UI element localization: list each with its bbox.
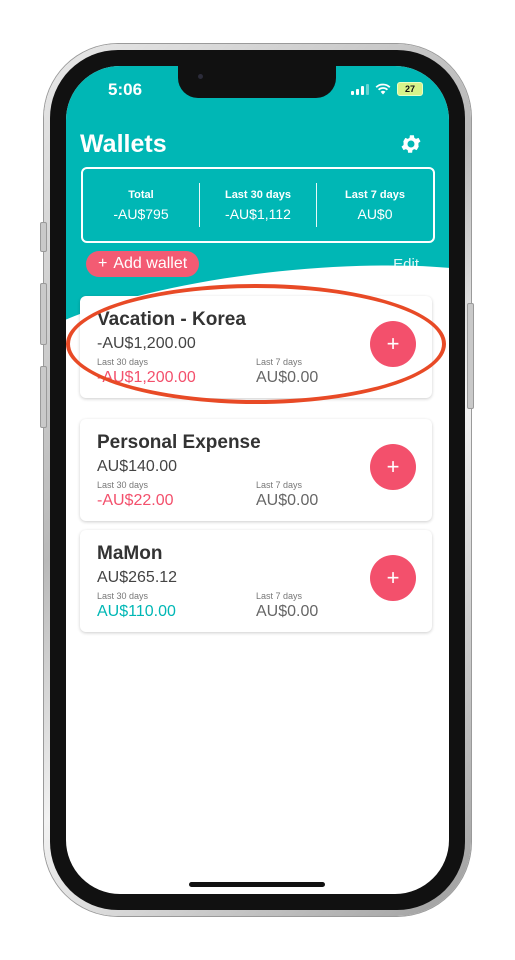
volume-down-button [40,366,47,428]
add-wallet-button[interactable]: + Add wallet [86,251,200,277]
summary-label: Last 7 days [345,188,405,201]
wallet-card[interactable]: MaMon AU$265.12 Last 30 days AU$110.00 L… [80,530,432,632]
add-transaction-button[interactable]: + [370,555,416,601]
summary-last-30: Last 30 days -AU$1,112 [199,183,316,227]
last-7-value: AU$0.00 [256,492,319,509]
volume-up-button [40,283,47,345]
wifi-icon [375,83,391,95]
add-wallet-label: Add wallet [113,255,188,272]
last-7-value: AU$0.00 [256,603,319,620]
summary-value: -AU$795 [113,205,169,222]
last-30-label: Last 30 days [97,480,149,490]
summary-label: Last 30 days [224,188,292,201]
wallet-card[interactable]: Personal Expense AU$140.00 Last 30 days … [80,419,432,521]
last-30-value: -AU$22.00 [97,492,174,509]
wallet-name: Personal Expense [97,432,261,453]
status-icons: 27 [351,82,423,96]
last-30-value: AU$110.00 [97,603,176,620]
highlight-ellipse [66,284,446,404]
summary-label: Total [128,188,154,201]
home-indicator[interactable] [189,882,325,887]
wallet-name: MaMon [97,543,163,564]
wallet-balance: AU$265.12 [97,569,178,586]
battery-indicator: 27 [397,82,423,96]
mute-switch [40,222,47,252]
wallet-balance: AU$140.00 [97,458,178,475]
edit-button[interactable]: Edit [393,256,419,273]
signal-icon [351,83,369,95]
power-button [467,303,474,409]
plus-icon: + [386,454,400,479]
status-time: 5:06 [108,80,143,99]
plus-icon: + [98,255,108,272]
notch [178,66,336,98]
summary-value: -AU$1,112 [225,205,291,222]
summary-value: AU$0 [357,205,393,222]
last-7-label: Last 7 days [256,591,303,601]
page-title: Wallets [80,130,167,158]
last-30-label: Last 30 days [97,591,149,601]
summary-last-7: Last 7 days AU$0 [316,183,433,227]
last-7-label: Last 7 days [256,480,303,490]
summary-total: Total -AU$795 [83,183,199,227]
app-screen: 5:06 27 Wallets Total -AU$795 Last 30 da… [66,66,449,894]
camera-icon [198,74,203,79]
add-transaction-button[interactable]: + [370,444,416,490]
plus-icon: + [386,565,400,590]
gear-icon[interactable] [399,132,423,156]
summary-panel: Total -AU$795 Last 30 days -AU$1,112 Las… [81,167,435,243]
